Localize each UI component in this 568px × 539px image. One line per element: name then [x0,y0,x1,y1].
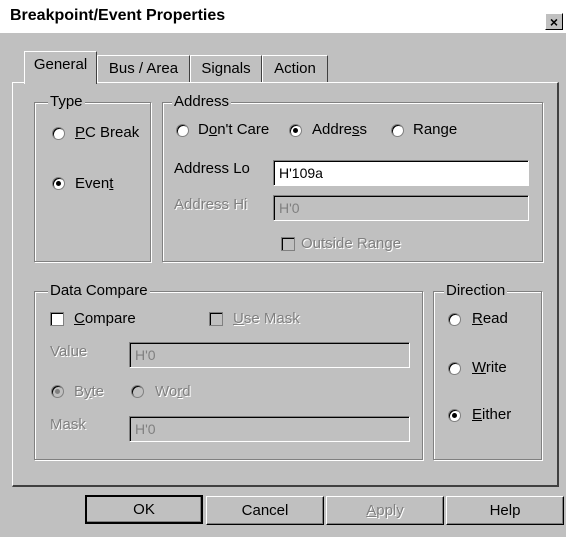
word-radio[interactable] [131,385,144,398]
value-field[interactable]: H'0 [129,342,410,368]
address-hi-label: Address Hi [174,196,248,213]
direction-legend: Direction [444,282,508,299]
dont-care-radio[interactable] [176,124,189,137]
read-radio[interactable] [448,313,461,326]
mask-label: Mask [50,416,86,433]
properties-dialog: Breakpoint/Event Properties × General Bu… [0,0,566,537]
either-radio[interactable] [448,409,461,422]
close-icon: × [549,14,559,30]
window-title: Breakpoint/Event Properties [10,7,226,24]
address-radio[interactable] [289,124,302,137]
use-mask-checkbox[interactable] [209,312,223,326]
word-label: Word [155,383,191,400]
tab-label: Signals [201,60,251,77]
outside-range-checkbox[interactable] [281,237,295,251]
data-compare-legend: Data Compare [48,282,150,299]
close-button[interactable]: × [545,13,563,30]
event-label[interactable]: Event [75,175,113,193]
ok-button[interactable]: OK [85,495,203,524]
write-radio[interactable] [448,362,461,375]
event-radio[interactable] [52,177,65,190]
help-button[interactable]: Help [446,496,564,525]
tab-bus-area[interactable]: Bus / Area [97,55,190,83]
dont-care-label[interactable]: Don't Care [198,121,269,139]
outside-range-label: Outside Range [301,235,402,252]
byte-label: Byte [74,383,105,400]
address-group-legend: Address [172,93,232,110]
range-label[interactable]: Range [413,121,457,139]
byte-radio[interactable] [51,385,64,398]
pc-break-radio[interactable] [52,127,65,140]
compare-checkbox[interactable] [50,312,64,326]
tab-label: Action [274,60,316,77]
tab-label: General [33,56,88,73]
address-lo-label: Address Lo [174,160,250,177]
range-radio[interactable] [391,124,404,137]
cancel-button[interactable]: Cancel [206,496,324,525]
address-radio-label[interactable]: Address [312,121,367,139]
value-label: Value [50,343,88,360]
tab-action[interactable]: Action [262,55,328,83]
apply-button[interactable]: Apply [326,496,444,525]
pc-break-label[interactable]: PC Break [75,124,139,142]
tab-label: Bus / Area [108,60,179,77]
address-hi-field[interactable]: H'0 [273,195,529,221]
use-mask-label: Use Mask [233,310,300,327]
either-label[interactable]: Either [472,406,511,424]
title-bar: Breakpoint/Event Properties × [0,0,566,33]
address-lo-field[interactable]: H'109a [273,160,529,186]
tab-signals[interactable]: Signals [190,55,262,83]
read-label[interactable]: Read [472,310,508,328]
tab-general[interactable]: General [24,51,97,84]
write-label[interactable]: Write [472,359,507,377]
type-group-legend: Type [48,93,85,110]
compare-label[interactable]: Compare [74,310,136,328]
mask-field[interactable]: H'0 [129,416,410,442]
